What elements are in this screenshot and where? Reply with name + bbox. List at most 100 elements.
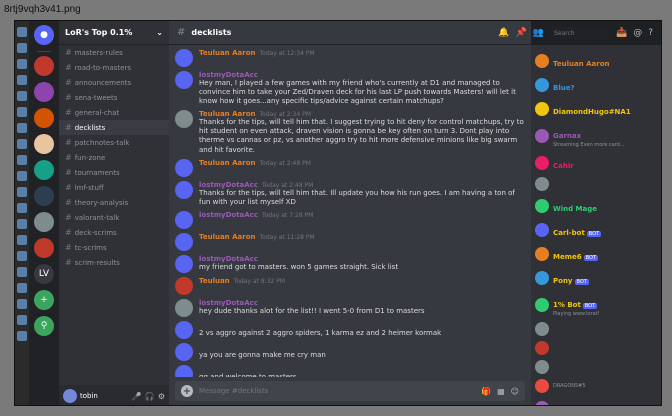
add-attachment-icon[interactable]: + [181,385,193,397]
channel-item[interactable]: # scrim-results [59,255,169,270]
message-author[interactable]: Teuluan Aaron [199,49,256,57]
avatar[interactable] [175,276,193,295]
server-icon[interactable] [34,134,54,154]
server-icon[interactable] [34,82,54,102]
member-item[interactable]: Meme6 BOT [535,244,659,263]
member-item[interactable]: Sora Shinzoku [535,398,659,405]
desktop-icon[interactable] [17,299,27,309]
desktop-icon[interactable] [17,283,27,293]
desktop-icon[interactable] [17,59,27,69]
message-author[interactable]: lostmyDotaAcc [199,299,258,307]
gift-icon[interactable]: 🎁 [481,387,491,396]
channel-item[interactable]: # valorant-talk [59,210,169,225]
member-item[interactable]: Garnax Streaming Even more card... [535,123,659,148]
server-icon[interactable] [34,108,54,128]
channel-item[interactable]: # tournaments [59,165,169,180]
microphone-icon[interactable]: 🎤 [132,392,142,401]
channel-item[interactable]: # road-to-masters [59,60,169,75]
members-icon[interactable]: 👥 [533,28,544,38]
desktop-icon[interactable] [17,219,27,229]
avatar[interactable] [175,180,193,199]
member-item[interactable] [535,177,659,191]
avatar[interactable] [63,389,77,403]
avatar[interactable] [175,342,193,361]
desktop-icon[interactable] [17,235,27,245]
desktop-icon[interactable] [17,315,27,325]
channel-item[interactable]: # masters-rules [59,45,169,60]
desktop-icon[interactable] [17,27,27,37]
channel-item[interactable]: # tc-scrims [59,240,169,255]
server-header[interactable]: LoR's Top 0.1% ⌄ [59,21,169,45]
mention-icon[interactable]: @ [633,28,642,38]
message-author[interactable]: lostmyDotaAcc [199,71,258,79]
search-input[interactable] [550,27,610,39]
avatar[interactable] [175,320,193,339]
message-author[interactable]: lostmyDotaAcc [199,181,258,189]
member-item[interactable]: Wind Mage [535,196,659,215]
explore-servers-icon[interactable]: ⚲ [34,316,54,336]
member-item[interactable]: Cahir [535,153,659,172]
avatar[interactable] [175,232,193,251]
avatar[interactable] [175,210,193,229]
member-item[interactable] [535,322,659,336]
avatar[interactable] [175,364,193,377]
server-icon[interactable] [34,56,54,76]
desktop-icon[interactable] [17,267,27,277]
avatar[interactable] [175,254,193,273]
channel-item[interactable]: # decklists [59,120,169,135]
member-item[interactable]: DiamondHugo#NA1 [535,99,659,118]
gear-icon[interactable]: ⚙ [158,392,165,401]
bell-icon[interactable]: 🔔 [498,28,509,38]
message-author[interactable]: lostmyDotaAcc [199,255,258,263]
avatar[interactable] [175,49,193,67]
message-author[interactable]: Teuluan Aaron [199,159,256,167]
server-icon[interactable] [34,186,54,206]
message-author[interactable]: Teuluan [199,277,230,285]
member-item[interactable]: Carl-bot BOT [535,220,659,239]
add-server-icon[interactable]: + [34,290,54,310]
message-author[interactable]: lostmyDotaAcc [199,211,258,219]
channel-item[interactable]: # deck-scrims [59,225,169,240]
member-item[interactable]: Blue? [535,75,659,94]
desktop-icon[interactable] [17,107,27,117]
server-lv-icon[interactable]: LV [34,264,54,284]
message-author[interactable]: Teuluan Aaron [199,233,256,241]
desktop-icon[interactable] [17,155,27,165]
server-icon[interactable] [34,212,54,232]
avatar[interactable] [175,110,193,129]
desktop-icon[interactable] [17,187,27,197]
avatar[interactable] [175,158,193,177]
channel-item[interactable]: # fun-zone [59,150,169,165]
desktop-icon[interactable] [17,43,27,53]
avatar[interactable] [175,71,193,89]
desktop-icon[interactable] [17,139,27,149]
headphones-icon[interactable]: 🎧 [145,392,155,401]
desktop-icon[interactable] [17,171,27,181]
channel-item[interactable]: # theory-analysis [59,195,169,210]
gif-icon[interactable]: ▦ [497,387,505,396]
channel-item[interactable]: # general-chat [59,105,169,120]
member-item[interactable] [535,341,659,355]
member-item[interactable] [535,360,659,374]
member-item[interactable]: 1% Bot BOT Playing www.lorat! [535,292,659,317]
discord-home-icon[interactable]: ● [34,25,54,45]
message-author[interactable]: Teuluan Aaron [199,110,256,118]
pin-icon[interactable]: 📌 [516,28,527,38]
desktop-icon[interactable] [17,123,27,133]
desktop-icon[interactable] [17,203,27,213]
avatar[interactable] [175,298,193,317]
desktop-icon[interactable] [17,251,27,261]
help-icon[interactable]: ? [648,28,653,38]
channel-item[interactable]: # sena-tweets [59,90,169,105]
member-item[interactable]: Pony BOT [535,268,659,287]
message-input[interactable] [199,387,476,395]
member-item[interactable]: Teuluan Aaron [535,51,659,70]
server-icon[interactable] [34,238,54,258]
inbox-icon[interactable]: 📥 [616,28,627,38]
emoji-icon[interactable]: ☺ [511,387,519,396]
server-icon[interactable] [34,160,54,180]
channel-item[interactable]: # patchnotes-talk [59,135,169,150]
channel-item[interactable]: # announcements [59,75,169,90]
channel-item[interactable]: # lmf-stuff [59,180,169,195]
desktop-icon[interactable] [17,331,27,341]
